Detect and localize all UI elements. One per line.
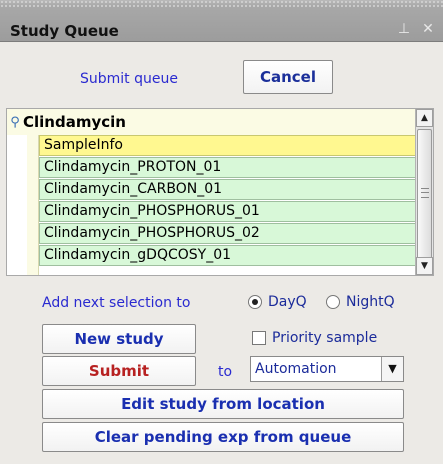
priority-sample-checkbox[interactable]: Priority sample: [252, 330, 377, 346]
key-icon: ⚲: [10, 114, 20, 130]
submit-queue-label: Submit queue: [80, 71, 178, 87]
tree-root-label: Clindamycin: [23, 113, 126, 131]
checkbox-icon[interactable]: [252, 331, 266, 345]
title-icons: ⊥ ✕: [397, 21, 435, 37]
new-study-button[interactable]: New study: [42, 324, 196, 354]
radio-selected-icon[interactable]: [248, 295, 262, 309]
tree-indent: [27, 135, 39, 275]
tree-item-carbon[interactable]: Clindamycin_CARBON_01: [39, 179, 419, 200]
tree-root[interactable]: ⚲ Clindamycin: [7, 109, 417, 135]
priority-label: Priority sample: [272, 330, 378, 346]
edit-study-button[interactable]: Edit study from location: [42, 389, 404, 419]
location-select[interactable]: Automation ▼: [250, 356, 404, 382]
chevron-down-icon[interactable]: ▼: [381, 357, 403, 381]
dayq-label: DayQ: [268, 294, 307, 310]
scroll-down-icon[interactable]: ▼: [416, 257, 433, 275]
submit-button[interactable]: Submit: [42, 356, 196, 386]
tree-item-sampleinfo[interactable]: SampleInfo: [39, 135, 419, 156]
tree-scrollbar[interactable]: ▲ ▼: [415, 109, 433, 275]
clear-pending-button[interactable]: Clear pending exp from queue: [42, 422, 404, 452]
tree-item-phosphorus-02[interactable]: Clindamycin_PHOSPHORUS_02: [39, 223, 419, 244]
scroll-thumb[interactable]: [417, 129, 432, 259]
pin-icon[interactable]: ⊥: [397, 21, 411, 37]
tree-items: SampleInfo Clindamycin_PROTON_01 Clindam…: [39, 135, 419, 267]
nightq-label: NightQ: [346, 294, 395, 310]
location-value: Automation: [255, 361, 337, 377]
to-label: to: [218, 364, 233, 380]
scroll-up-icon[interactable]: ▲: [416, 109, 433, 127]
tree-item-gdqcosy[interactable]: Clindamycin_gDQCOSY_01: [39, 245, 419, 266]
tree-item-proton[interactable]: Clindamycin_PROTON_01: [39, 157, 419, 178]
radio-unselected-icon[interactable]: [326, 295, 340, 309]
window-title: Study Queue: [10, 22, 119, 40]
grip-icon: [421, 188, 429, 198]
tree-item-phosphorus-01[interactable]: Clindamycin_PHOSPHORUS_01: [39, 201, 419, 222]
dayq-radio[interactable]: DayQ: [248, 294, 307, 310]
title-bar: Study Queue ⊥ ✕: [0, 0, 443, 42]
study-tree[interactable]: ⚲ Clindamycin SampleInfo Clindamycin_PRO…: [6, 108, 434, 276]
close-icon[interactable]: ✕: [421, 21, 435, 37]
cancel-button[interactable]: Cancel: [243, 60, 333, 94]
nightq-radio[interactable]: NightQ: [326, 294, 395, 310]
add-next-label: Add next selection to: [42, 295, 191, 311]
